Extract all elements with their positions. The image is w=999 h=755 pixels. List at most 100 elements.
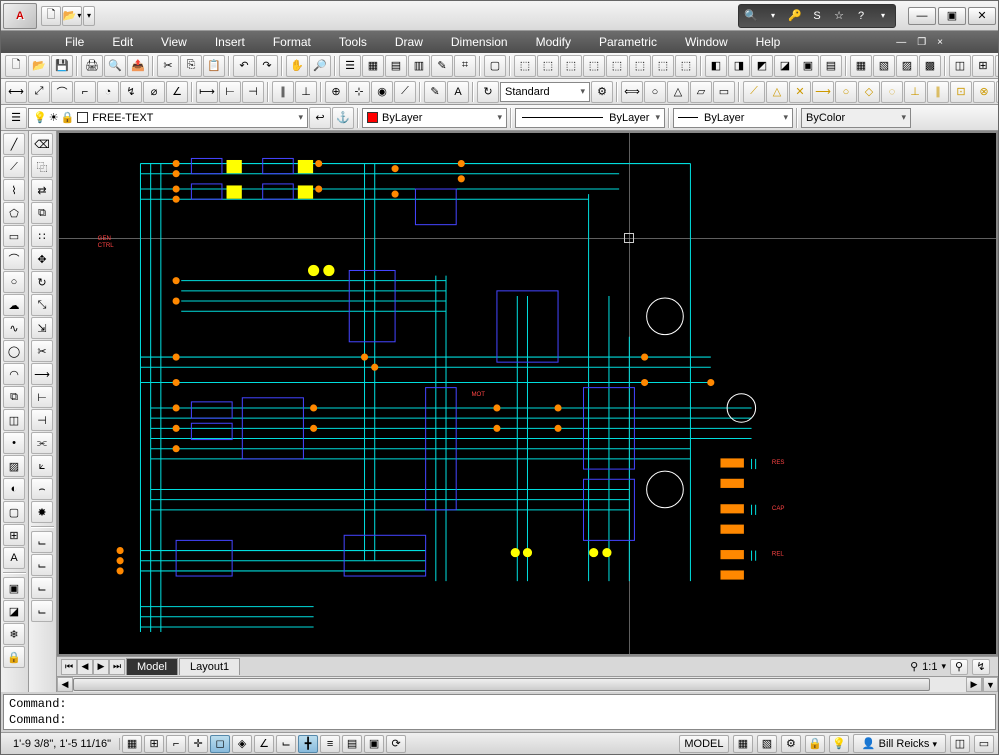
zoom-button[interactable]: 🔎 (309, 55, 331, 77)
tolerance-button[interactable]: ⊕ (325, 81, 347, 103)
osnap-cen-button[interactable]: ○ (835, 81, 857, 103)
annotation-dropdown[interactable]: ▾ (941, 661, 946, 672)
osnap-qua-button[interactable]: ◇ (858, 81, 880, 103)
arc-button[interactable]: ⌒ (3, 248, 25, 270)
menu-insert[interactable]: Insert (201, 32, 259, 52)
redo-button[interactable]: ↷ (256, 55, 278, 77)
dim-ordinate-button[interactable]: ⌐ (74, 81, 96, 103)
layer-state-button[interactable]: ⚓ (332, 107, 354, 129)
inq-dist-button[interactable]: ⟺ (621, 81, 643, 103)
move-button[interactable]: ✥ (31, 248, 53, 270)
maximize-button[interactable]: ▣ (938, 7, 966, 25)
dim-aligned-button[interactable]: ⤢ (28, 81, 50, 103)
inq-angle-button[interactable]: △ (667, 81, 689, 103)
array-button[interactable]: ∷ (31, 225, 53, 247)
osnap-tan-button[interactable]: ◌ (881, 81, 903, 103)
join-button[interactable]: ⫘ (31, 432, 53, 454)
mtext-button[interactable]: A (3, 547, 25, 569)
qat-open-button[interactable]: 📂▾ (62, 6, 82, 26)
point-button[interactable]: • (3, 432, 25, 454)
pan-button[interactable]: ✋ (286, 55, 308, 77)
polygon-button[interactable]: ⬠ (3, 202, 25, 224)
dim-style-button[interactable]: ⚙ (591, 81, 613, 103)
command-window[interactable]: Command: Command: (3, 694, 996, 730)
subscription-button[interactable]: 🔑 (785, 7, 805, 25)
ws-g-button[interactable]: ⬚ (652, 55, 674, 77)
break-point-button[interactable]: ⊢ (31, 386, 53, 408)
color-combo[interactable]: ByLayer ▾ (362, 108, 507, 128)
clean-screen-button[interactable]: ▭ (974, 735, 994, 753)
menu-draw[interactable]: Draw (381, 32, 437, 52)
inq-area-button[interactable]: ▱ (690, 81, 712, 103)
ucs-b-button[interactable]: ⌙ (31, 554, 53, 576)
linetype-combo[interactable]: ByLayer ▾ (515, 108, 665, 128)
view-a-button[interactable]: ▦ (850, 55, 872, 77)
ucs-a-button[interactable]: ⌙ (31, 531, 53, 553)
dim-edit-button[interactable]: ✎ (424, 81, 446, 103)
open-button[interactable]: 📂 (28, 55, 50, 77)
table-button[interactable]: ⊞ (3, 524, 25, 546)
save-button[interactable]: 💾 (51, 55, 73, 77)
ucs-d-button[interactable]: ⌙ (31, 600, 53, 622)
make-block-button[interactable]: ◫ (3, 409, 25, 431)
hatch-button[interactable]: ▨ (3, 455, 25, 477)
workspace-switch-button[interactable]: ⚙ (781, 735, 801, 753)
circle-button[interactable]: ○ (3, 271, 25, 293)
undo-button[interactable]: ↶ (233, 55, 255, 77)
tab-last-button[interactable]: ⏭ (109, 659, 125, 675)
extra-c-button[interactable]: ⊟ (995, 55, 998, 77)
menu-format[interactable]: Format (259, 32, 325, 52)
layer-lock-button[interactable]: 🔒 (3, 646, 25, 668)
copy-button[interactable]: ⎘ (180, 55, 202, 77)
dim-update-button[interactable]: ↻ (477, 81, 499, 103)
extra-a-button[interactable]: ◫ (949, 55, 971, 77)
toolbar-lock-button[interactable]: 🔒 (805, 735, 825, 753)
osnap-ext-button[interactable]: ⟶ (812, 81, 834, 103)
view-d-button[interactable]: ▩ (919, 55, 941, 77)
hardware-accel-button[interactable]: 💡 (829, 735, 849, 753)
annotation-vis-button[interactable]: ⚲ (950, 659, 968, 675)
osnap-node-button[interactable]: ⊗ (973, 81, 995, 103)
view-c-button[interactable]: ▨ (896, 55, 918, 77)
annotation-icon[interactable]: ⚲ (910, 660, 918, 673)
render-f-button[interactable]: ▤ (820, 55, 842, 77)
dim-space-button[interactable]: ∥ (272, 81, 294, 103)
scale-button[interactable]: ⤡ (31, 294, 53, 316)
close-button[interactable]: ✕ (968, 7, 996, 25)
help-dropdown[interactable]: ▾ (873, 7, 893, 25)
polyline-button[interactable]: ⌇ (3, 179, 25, 201)
ws-c-button[interactable]: ⬚ (560, 55, 582, 77)
rectangle-button[interactable]: ▭ (3, 225, 25, 247)
design-center-button[interactable]: ▦ (362, 55, 384, 77)
favorites-button[interactable]: ☆ (829, 7, 849, 25)
ws-d-button[interactable]: ⬚ (583, 55, 605, 77)
print-button[interactable]: 🖨 (81, 55, 103, 77)
minimize-button[interactable]: — (908, 7, 936, 25)
osnap-int-button[interactable]: ✕ (789, 81, 811, 103)
quickprops-button[interactable]: ▣ (364, 735, 384, 753)
line-button[interactable]: ╱ (3, 133, 25, 155)
drawing-canvas[interactable]: GENCTRL MOT RESCAPREL (59, 133, 996, 654)
osnap-ins-button[interactable]: ⊡ (950, 81, 972, 103)
properties-button[interactable]: ☰ (339, 55, 361, 77)
spline-button[interactable]: ∿ (3, 317, 25, 339)
tool-palettes-button[interactable]: ▤ (385, 55, 407, 77)
offset-button[interactable]: ⧉ (31, 202, 53, 224)
layer-props-button[interactable]: ☰ (5, 107, 27, 129)
ws-a-button[interactable]: ⬚ (514, 55, 536, 77)
dim-continue-button[interactable]: ⊣ (242, 81, 264, 103)
layer-combo[interactable]: 💡 ☀ 🔒 FREE-TEXT ▾ (28, 108, 308, 128)
dim-break-button[interactable]: ⊥ (295, 81, 317, 103)
grid-button[interactable]: ⊞ (144, 735, 164, 753)
insert-block-button[interactable]: ⧉ (3, 386, 25, 408)
plotstyle-combo[interactable]: ByColor ▾ (801, 108, 911, 128)
ducs-button[interactable]: ⌙ (276, 735, 296, 753)
dim-radius-button[interactable]: ◔ (97, 81, 119, 103)
center-mark-button[interactable]: ⊹ (348, 81, 370, 103)
scroll-left-button[interactable]: ◀ (57, 677, 73, 692)
scroll-track[interactable] (73, 677, 966, 692)
dim-diameter-button[interactable]: ⌀ (143, 81, 165, 103)
inq-radius-button[interactable]: ○ (644, 81, 666, 103)
menu-dimension[interactable]: Dimension (437, 32, 522, 52)
quickview-layouts-button[interactable]: ▦ (733, 735, 753, 753)
